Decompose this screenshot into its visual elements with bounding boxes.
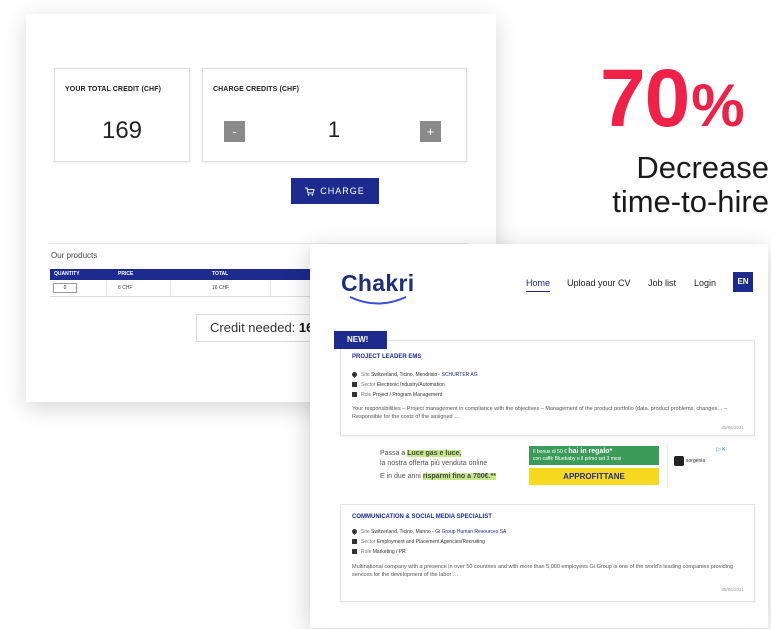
sector-label: Sector xyxy=(361,382,376,388)
company-link[interactable]: SCHURTER AG xyxy=(442,372,478,378)
job-sector-line: Sector Employment and Placement Agencies… xyxy=(352,539,485,545)
job-title-link[interactable]: PROJECT LEADER EMS xyxy=(352,354,421,360)
ad-offer-sub: con caffè Bluebaby e il primo set 3 mesi xyxy=(533,456,622,462)
site-value: Switzerland, Ticino, Mendrisio xyxy=(371,372,438,378)
nav-active-underline xyxy=(526,291,550,292)
nav-upload-cv[interactable]: Upload your CV xyxy=(567,278,631,288)
charge-credits-title: CHARGE CREDITS (CHF) xyxy=(213,86,299,93)
job-role-line: Role Marketing / PR xyxy=(352,549,406,555)
advertisement-banner[interactable]: Passa a Luce gas e luce, la nostra offer… xyxy=(375,444,728,490)
sector-value: Employment and Placement Agencies/Recrui… xyxy=(376,539,485,545)
building-icon xyxy=(352,539,357,544)
ad-line-3: E in due anni risparmi fino a 700€.** xyxy=(380,473,496,480)
briefcase-icon xyxy=(352,549,357,554)
column-header-total: TOTAL xyxy=(212,271,229,277)
ad-line-1-prefix: Passa a xyxy=(380,450,408,457)
building-icon xyxy=(352,382,357,387)
job-site-card: Chakri Home Upload your CV Job list Logi… xyxy=(310,244,768,628)
stat-percent: % xyxy=(691,72,744,139)
stat-caption: Decrease time-to-hire xyxy=(612,151,769,219)
job-title-link[interactable]: COMMUNICATION & SOCIAL MEDIA SPECIALIST xyxy=(352,514,492,520)
job-sector-line: Sector Electronic Industry/Automation xyxy=(352,382,445,388)
cart-icon xyxy=(305,187,315,196)
ad-choices-icon[interactable]: ▷✕ xyxy=(716,446,726,453)
nav-login[interactable]: Login xyxy=(694,278,716,288)
company-link[interactable]: Gi Group Human Resources SA xyxy=(435,529,506,535)
headline-stat: 70% xyxy=(600,58,745,140)
job-description: Your responsibilities – Project manageme… xyxy=(352,406,728,420)
job-card[interactable]: COMMUNICATION & SOCIAL MEDIA SPECIALIST … xyxy=(340,504,755,602)
decrement-button[interactable]: - xyxy=(224,121,245,142)
column-header-quantity: QUANTITY xyxy=(54,271,80,277)
brand-logo-icon xyxy=(674,456,684,466)
products-title: Our products xyxy=(51,251,98,260)
price-cell: 8 CHF xyxy=(118,285,133,291)
chakri-logo[interactable]: Chakri xyxy=(341,270,414,297)
total-cell: 16 CHF xyxy=(212,285,230,291)
charge-credits-box: CHARGE CREDITS (CHF) - 1 + xyxy=(202,68,467,162)
sector-value: Electronic Industry/Automation xyxy=(376,382,445,388)
charge-amount-value[interactable]: 1 xyxy=(303,117,365,143)
ad-offer-big: hai in regalo* xyxy=(568,448,613,455)
nav-job-list[interactable]: Job list xyxy=(648,278,676,288)
total-credit-title: YOUR TOTAL CREDIT (CHF) xyxy=(65,86,162,93)
site-label: Site xyxy=(361,372,370,378)
location-pin-icon xyxy=(350,370,359,379)
site-label: Site xyxy=(361,529,370,535)
role-value: Project / Program Management xyxy=(372,392,443,398)
location-pin-icon xyxy=(350,527,359,536)
job-description: Multinational company with a presence in… xyxy=(352,564,734,578)
total-credit-value: 169 xyxy=(101,117,143,144)
site-value: Switzerland, Ticino, Manno xyxy=(371,529,431,535)
language-button[interactable]: EN xyxy=(733,272,753,292)
ad-line-3-highlight: risparmi fino a 700€.** xyxy=(422,473,496,480)
ad-line-1: Passa a Luce gas e luce, xyxy=(380,450,462,457)
job-date: 05/06/2021 xyxy=(721,425,744,430)
job-date: 05/06/2021 xyxy=(721,587,744,592)
role-label: Role xyxy=(361,549,372,555)
column-header-price: PRICE xyxy=(118,271,134,277)
cell-divider xyxy=(270,281,271,296)
charge-button[interactable]: CHARGE xyxy=(291,178,379,204)
nav-home[interactable]: Home xyxy=(526,278,550,288)
total-credit-box: YOUR TOTAL CREDIT (CHF) 169 xyxy=(54,68,190,162)
briefcase-icon xyxy=(352,392,357,397)
increment-button[interactable]: + xyxy=(420,121,441,142)
job-site-line: Site Switzerland, Ticino, Mendrisio - SC… xyxy=(350,370,478,379)
ad-offer-small: Il bonus di 50 € xyxy=(533,449,569,455)
ad-brand-box: ▷✕ sorgenia xyxy=(667,444,728,488)
ad-line-1-highlight: Luce gas e luce, xyxy=(407,450,462,457)
logo-swoosh-icon xyxy=(349,296,407,305)
job-role-line: Role Project / Program Management xyxy=(352,392,442,398)
stat-caption-line1: Decrease xyxy=(636,150,769,185)
ad-offer-box: Il bonus di 50 € hai in regalo* con caff… xyxy=(529,446,659,465)
role-value: Marketing / PR xyxy=(372,549,406,555)
job-card[interactable]: PROJECT LEADER EMS Site Switzerland, Tic… xyxy=(340,340,755,436)
credit-needed-label: Credit needed: xyxy=(210,320,296,335)
ad-line-3-prefix: E in due anni xyxy=(380,473,423,480)
charge-button-label: CHARGE xyxy=(320,186,365,196)
ad-line-2: la nostra offerta più venduta online xyxy=(380,460,488,467)
stat-caption-line2: time-to-hire xyxy=(612,184,769,219)
quantity-input[interactable]: 0 xyxy=(53,283,77,293)
ad-cta-button[interactable]: APPROFITTANE xyxy=(529,468,659,485)
cell-divider xyxy=(170,281,171,296)
stat-number: 70 xyxy=(600,53,690,144)
sector-label: Sector xyxy=(361,539,376,545)
new-badge: NEW! xyxy=(334,331,387,349)
job-site-line: Site Switzerland, Ticino, Manno - Gi Gro… xyxy=(350,527,506,536)
cell-divider xyxy=(106,281,107,296)
ad-brand-name: sorgenia xyxy=(686,458,706,464)
role-label: Role xyxy=(361,392,372,398)
